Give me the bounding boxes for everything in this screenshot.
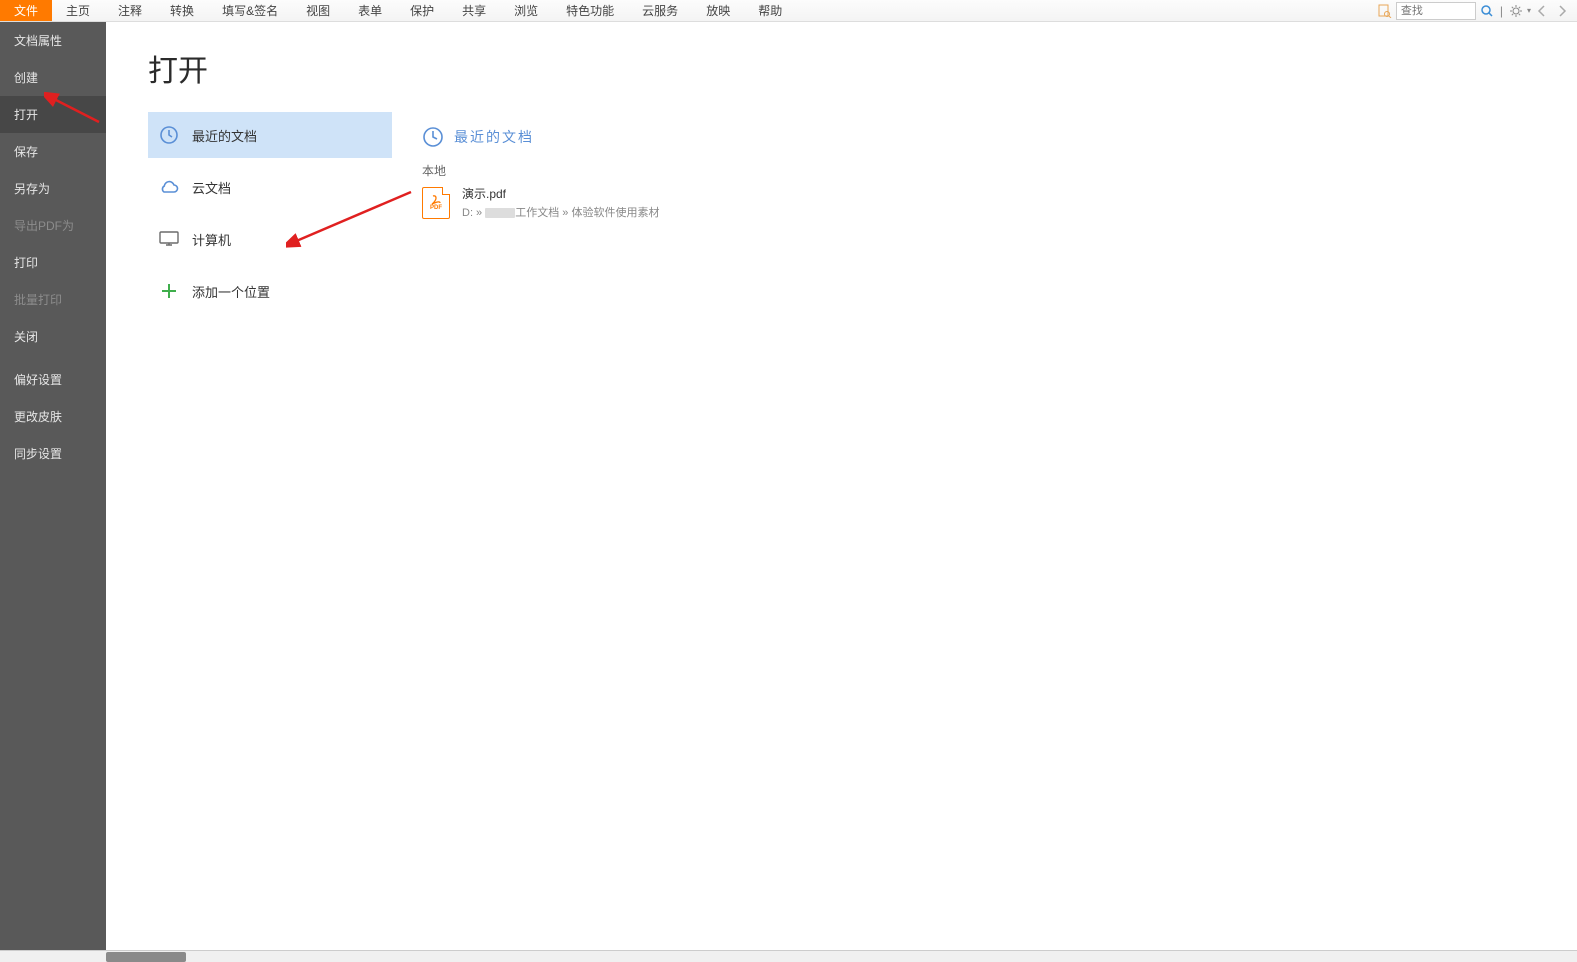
sidebar-item-close[interactable]: 关闭	[0, 318, 106, 355]
main-container: 文档属性 创建 打开 保存 另存为 导出PDF为 打印 批量打印 关闭 偏好设置…	[0, 22, 1577, 962]
tab-annotate[interactable]: 注释	[104, 0, 156, 21]
tab-form[interactable]: 表单	[344, 0, 396, 21]
location-label: 计算机	[192, 230, 231, 249]
sidebar-item-preferences[interactable]: 偏好设置	[0, 361, 106, 398]
gear-dropdown-icon[interactable]: ▾	[1527, 6, 1531, 15]
location-label: 云文档	[192, 178, 231, 197]
sidebar-item-sync[interactable]: 同步设置	[0, 435, 106, 472]
find-icon[interactable]	[1478, 2, 1496, 20]
nav-prev-icon[interactable]	[1533, 2, 1551, 20]
location-label: 最近的文档	[192, 126, 257, 145]
tab-protect[interactable]: 保护	[396, 0, 448, 21]
sidebar-item-open[interactable]: 打开	[0, 96, 106, 133]
pdf-file-icon: PDF	[422, 187, 450, 219]
clock-icon	[158, 124, 180, 146]
tab-home[interactable]: 主页	[52, 0, 104, 21]
tab-cloud[interactable]: 云服务	[628, 0, 692, 21]
tab-help[interactable]: 帮助	[744, 0, 796, 21]
vline: |	[1498, 4, 1505, 18]
sidebar-item-saveas[interactable]: 另存为	[0, 170, 106, 207]
search-page-icon[interactable]	[1376, 2, 1394, 20]
plus-icon	[158, 280, 180, 302]
clock-icon	[422, 126, 444, 148]
cloud-icon	[158, 176, 180, 198]
tab-convert[interactable]: 转换	[156, 0, 208, 21]
location-recent[interactable]: 最近的文档	[148, 112, 392, 158]
sidebar-item-batchprint[interactable]: 批量打印	[0, 281, 106, 318]
file-path: D: » 工作文档 » 体验软件使用素材	[462, 204, 659, 220]
gear-icon[interactable]	[1507, 2, 1525, 20]
sidebar-item-exportpdf[interactable]: 导出PDF为	[0, 207, 106, 244]
file-sidebar: 文档属性 创建 打开 保存 另存为 导出PDF为 打印 批量打印 关闭 偏好设置…	[0, 22, 106, 962]
open-locations-panel: 打开 最近的文档 云文档 计算机	[106, 22, 392, 962]
location-cloud[interactable]: 云文档	[148, 164, 392, 210]
computer-icon	[158, 228, 180, 250]
tab-share[interactable]: 共享	[448, 0, 500, 21]
location-computer[interactable]: 计算机	[148, 216, 392, 262]
tab-view[interactable]: 视图	[292, 0, 344, 21]
tab-features[interactable]: 特色功能	[552, 0, 628, 21]
menubar: 文件 主页 注释 转换 填写&签名 视图 表单 保护 共享 浏览 特色功能 云服…	[0, 0, 1577, 22]
location-label: 添加一个位置	[192, 282, 270, 301]
recent-file-item[interactable]: PDF 演示.pdf D: » 工作文档 » 体验软件使用素材	[422, 185, 1577, 220]
location-add[interactable]: 添加一个位置	[148, 268, 392, 314]
section-title: 最近的文档	[454, 127, 534, 147]
search-input[interactable]	[1396, 2, 1476, 20]
redacted-segment	[485, 208, 515, 218]
sidebar-item-create[interactable]: 创建	[0, 59, 106, 96]
sidebar-item-save[interactable]: 保存	[0, 133, 106, 170]
sidebar-item-skin[interactable]: 更改皮肤	[0, 398, 106, 435]
page-title: 打开	[148, 46, 392, 90]
tab-file[interactable]: 文件	[0, 0, 52, 21]
file-name: 演示.pdf	[462, 185, 659, 202]
horizontal-scrollbar[interactable]	[0, 950, 1577, 962]
sidebar-item-print[interactable]: 打印	[0, 244, 106, 281]
nav-next-icon[interactable]	[1553, 2, 1571, 20]
tab-present[interactable]: 放映	[692, 0, 744, 21]
scrollbar-thumb[interactable]	[106, 952, 186, 962]
tab-fill-sign[interactable]: 填写&签名	[208, 0, 292, 21]
tab-browse[interactable]: 浏览	[500, 0, 552, 21]
sidebar-item-docprops[interactable]: 文档属性	[0, 22, 106, 59]
local-label: 本地	[422, 162, 1577, 179]
recent-files-panel: 最近的文档 本地 PDF 演示.pdf D: » 工作文档 » 体验软件使用素材	[392, 22, 1577, 962]
